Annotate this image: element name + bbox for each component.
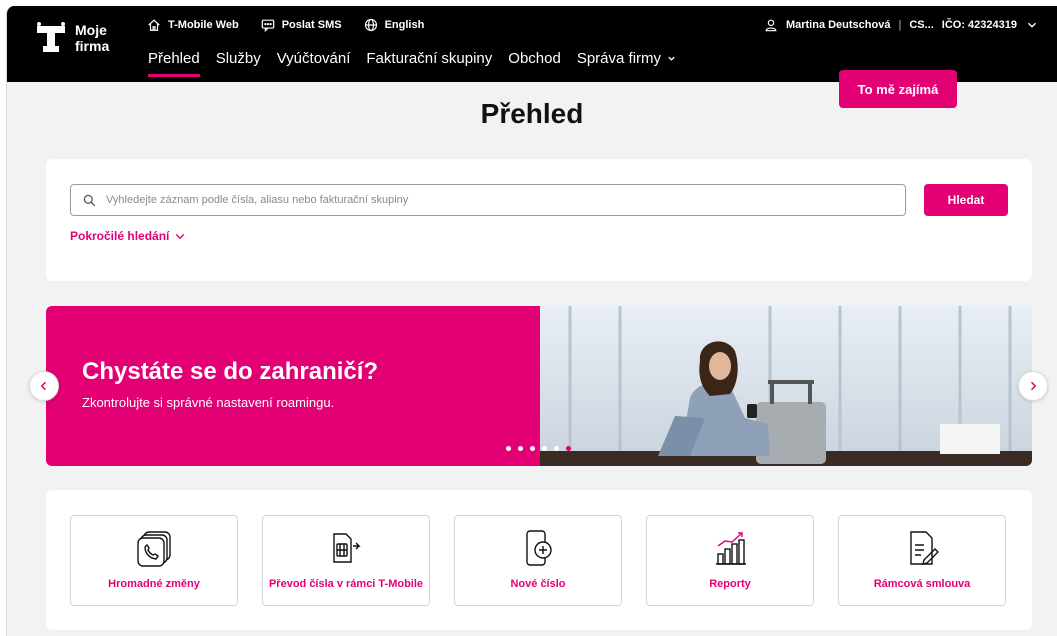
- action-label: Reporty: [709, 578, 751, 590]
- nav-item-vyuctovani[interactable]: Vyúčtování: [277, 50, 351, 77]
- banner-title: Chystáte se do zahraničí?: [82, 358, 379, 385]
- account-ico: IČO: 42324319: [941, 19, 1017, 31]
- phone-stack-icon: [137, 531, 171, 567]
- carousel-indicators: [506, 446, 571, 451]
- utility-link-tmobile-web[interactable]: T-Mobile Web: [147, 18, 239, 32]
- promo-banner: Chystáte se do zahraničí? Zkontrolujte s…: [46, 306, 1032, 466]
- home-icon: [148, 19, 160, 31]
- action-tile-hromadne-zmeny[interactable]: Hromadné změny: [70, 515, 238, 606]
- brand-name: Moje firma: [75, 22, 109, 54]
- carousel-next-button[interactable]: [1018, 371, 1048, 401]
- carousel-dot[interactable]: [506, 446, 511, 451]
- brand-logo[interactable]: Moje firma: [37, 22, 109, 54]
- chevron-right-icon: [1030, 381, 1037, 391]
- chevron-down-icon: [1028, 22, 1036, 28]
- carousel-dot[interactable]: [518, 446, 523, 451]
- nav-item-fakturacni-skupiny[interactable]: Fakturační skupiny: [366, 50, 492, 77]
- carousel-prev-button[interactable]: [29, 371, 59, 401]
- search-card: Hledat Pokročilé hledání: [46, 159, 1032, 281]
- action-label: Hromadné změny: [108, 578, 200, 590]
- nav-label: Fakturační skupiny: [366, 50, 493, 67]
- search-icon: [83, 194, 96, 206]
- app-frame: Moje firma T-Mobile Web Poslat SMS Engli…: [6, 6, 1057, 636]
- advanced-search-toggle[interactable]: Pokročilé hledání: [70, 229, 186, 243]
- brand-line-2: firma: [75, 38, 110, 54]
- utility-link-language[interactable]: English: [364, 18, 425, 32]
- account-user-name: Martina Deutschová: [785, 19, 891, 31]
- banner-text-panel: Chystáte se do zahraničí? Zkontrolujte s…: [46, 306, 540, 466]
- bar-chart-icon: [716, 532, 746, 565]
- brand-line-1: Moje: [75, 22, 107, 38]
- chevron-down-icon: [668, 56, 675, 61]
- traveler-photo: [540, 306, 1032, 466]
- utility-label: T-Mobile Web: [168, 19, 239, 31]
- banner-subtitle: Zkontrolujte si správné nastavení roamin…: [82, 395, 335, 410]
- banner-cta-button[interactable]: To mě zajímá: [839, 70, 957, 108]
- account-separator: |: [898, 19, 902, 31]
- message-icon: [261, 19, 274, 32]
- chevron-left-icon: [40, 381, 47, 391]
- nav-label: Správa firmy: [576, 50, 662, 67]
- sim-transfer-icon: [333, 533, 361, 563]
- carousel-dot[interactable]: [530, 446, 535, 451]
- nav-item-sprava-firmy[interactable]: Správa firmy: [577, 50, 677, 77]
- t-mobile-logo-icon: [37, 22, 65, 54]
- account-company: CS...: [909, 19, 934, 31]
- carousel-dot[interactable]: [542, 446, 547, 451]
- nav-label: Vyúčtování: [276, 50, 351, 67]
- quick-actions: Hromadné změny Převod čísla v rámci T-Mo…: [70, 515, 1006, 606]
- nav-item-sluzby[interactable]: Služby: [216, 50, 261, 77]
- user-icon: [765, 19, 777, 32]
- action-tile-nove-cislo[interactable]: Nové číslo: [454, 515, 622, 606]
- quick-actions-card: Hromadné změny Převod čísla v rámci T-Mo…: [46, 490, 1032, 630]
- carousel-dot[interactable]: [554, 446, 559, 451]
- carousel-dot-active[interactable]: [566, 446, 571, 451]
- action-tile-reporty[interactable]: Reporty: [646, 515, 814, 606]
- action-label: Převod čísla v rámci T-Mobile: [268, 578, 424, 590]
- utility-link-sms[interactable]: Poslat SMS: [261, 18, 342, 32]
- account-menu[interactable]: Martina Deutschová | CS... IČO: 42324319: [764, 18, 1039, 32]
- action-label: Nové číslo: [510, 578, 566, 590]
- search-button[interactable]: Hledat: [924, 184, 1008, 216]
- search-field[interactable]: [70, 184, 906, 216]
- contract-icon: [910, 531, 939, 565]
- utility-nav: T-Mobile Web Poslat SMS English: [147, 18, 424, 32]
- nav-label: Obchod: [508, 50, 561, 67]
- utility-label: English: [384, 19, 425, 31]
- main-nav: Přehled Služby Vyúčtování Fakturační sku…: [148, 50, 677, 77]
- chevron-down-icon: [176, 234, 185, 240]
- globe-icon: [364, 18, 377, 32]
- nav-item-prehled[interactable]: Přehled: [148, 50, 200, 77]
- action-label: Rámcová smlouva: [873, 578, 971, 590]
- nav-item-obchod[interactable]: Obchod: [508, 50, 561, 77]
- nav-label: Služby: [215, 50, 261, 67]
- action-tile-ramcova-smlouva[interactable]: Rámcová smlouva: [838, 515, 1006, 606]
- nav-label: Přehled: [148, 50, 200, 67]
- search-input[interactable]: [106, 194, 886, 206]
- banner-photo: [540, 306, 1032, 466]
- phone-plus-icon: [526, 530, 552, 566]
- action-tile-prevod-cisla[interactable]: Převod čísla v rámci T-Mobile: [262, 515, 430, 606]
- advanced-search-label: Pokročilé hledání: [70, 229, 170, 243]
- utility-label: Poslat SMS: [281, 19, 342, 31]
